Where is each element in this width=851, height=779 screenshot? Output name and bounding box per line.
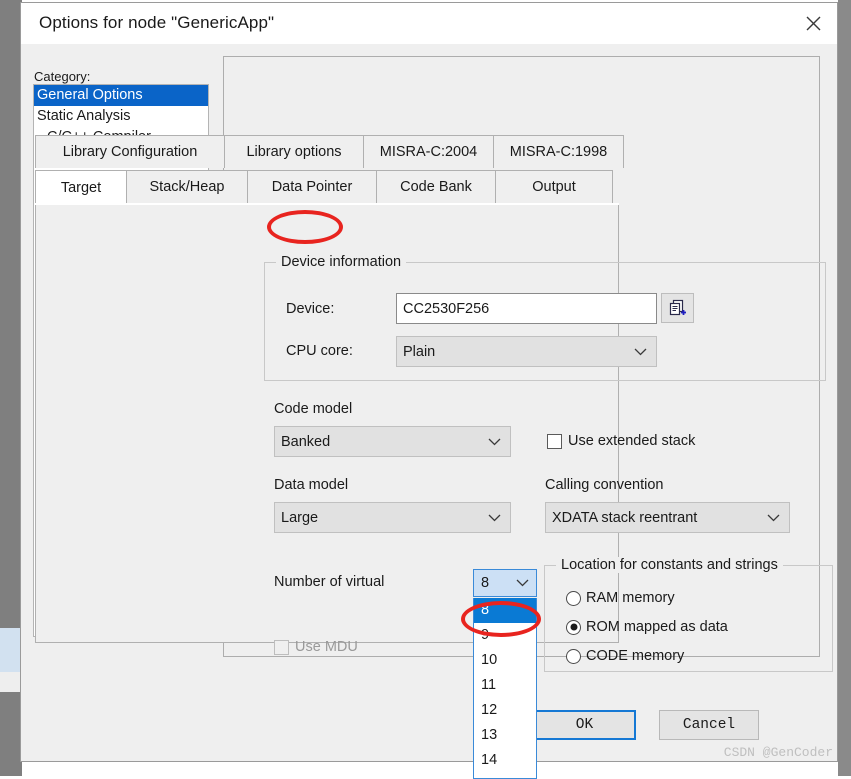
dropdown-option-10[interactable]: 10 xyxy=(474,648,536,673)
virtual-registers-dropdown-list[interactable]: 89101112131415 xyxy=(473,598,537,779)
device-input[interactable]: CC2530F256 xyxy=(396,293,657,324)
tab-target[interactable]: Target xyxy=(35,170,127,205)
dropdown-option-9[interactable]: 9 xyxy=(474,623,536,648)
use-extended-stack-checkbox[interactable]: Use extended stack xyxy=(547,433,695,449)
dialog-title: Options for node "GenericApp" xyxy=(39,13,275,32)
dropdown-option-13[interactable]: 13 xyxy=(474,723,536,748)
chevron-down-icon xyxy=(488,434,501,450)
tab-misra-c-1998[interactable]: MISRA-C:1998 xyxy=(493,135,624,168)
use-mdu-checkbox: Use MDU xyxy=(274,639,358,655)
virtual-registers-label: Number of virtual xyxy=(274,574,385,590)
checkbox-box xyxy=(547,433,562,449)
cpu-core-select[interactable]: Plain xyxy=(396,336,657,367)
tab-library-options[interactable]: Library options xyxy=(224,135,364,168)
dropdown-option-11[interactable]: 11 xyxy=(474,673,536,698)
backdrop-left-highlight xyxy=(0,628,22,672)
cpu-core-label: CPU core: xyxy=(286,343,353,359)
active-tab-underline xyxy=(35,203,619,205)
radio-label: CODE memory xyxy=(586,648,685,664)
code-model-label: Code model xyxy=(274,401,353,417)
code-model-select[interactable]: Banked xyxy=(274,426,511,457)
calling-convention-label: Calling convention xyxy=(545,477,664,493)
dropdown-option-14[interactable]: 14 xyxy=(474,748,536,773)
dropdown-option-15[interactable]: 15 xyxy=(474,773,536,778)
data-model-select[interactable]: Large xyxy=(274,502,511,533)
chevron-down-icon xyxy=(488,510,501,526)
tab-row-primary: Target Stack/Heap Data Pointer Code Bank Out… xyxy=(35,170,613,205)
chevron-down-icon xyxy=(516,575,529,591)
tab-library-configuration[interactable]: Library Configuration xyxy=(35,135,225,168)
virtual-registers-value: 8 xyxy=(481,575,490,591)
radio-rom-mapped-as-data[interactable]: ROM mapped as data xyxy=(566,619,728,635)
device-information-title: Device information xyxy=(276,254,407,270)
device-label: Device: xyxy=(286,301,335,317)
cpu-core-value: Plain xyxy=(403,343,436,360)
chevron-down-icon xyxy=(634,344,647,360)
watermark: CSDN @GenCoder xyxy=(723,745,833,760)
sidebar-item-general-options[interactable]: General Options xyxy=(34,85,208,106)
calling-convention-value: XDATA stack reentrant xyxy=(552,509,698,526)
dropdown-option-8[interactable]: 8 xyxy=(474,598,536,623)
calling-convention-select[interactable]: XDATA stack reentrant xyxy=(545,502,790,533)
category-label: Category: xyxy=(34,69,91,84)
checkbox-box xyxy=(274,639,289,655)
sidebar-item-static-analysis[interactable]: Static Analysis xyxy=(34,106,208,127)
virtual-registers-select[interactable]: 8 xyxy=(473,569,537,597)
options-dialog: Options for node "GenericApp" Category: … xyxy=(20,2,838,779)
close-icon[interactable] xyxy=(789,3,837,44)
tab-misra-c-2004[interactable]: MISRA-C:2004 xyxy=(363,135,494,168)
device-browse-icon[interactable] xyxy=(661,293,694,323)
radio-label: ROM mapped as data xyxy=(586,619,728,635)
tab-code-bank[interactable]: Code Bank xyxy=(376,170,496,203)
code-model-value: Banked xyxy=(281,433,331,450)
use-mdu-label: Use MDU xyxy=(295,639,358,655)
radio-circle xyxy=(566,648,581,664)
cancel-button[interactable]: Cancel xyxy=(659,710,759,740)
radio-code-memory[interactable]: CODE memory xyxy=(566,648,684,664)
radio-label: RAM memory xyxy=(586,590,675,606)
backdrop-left-grey xyxy=(0,672,22,692)
radio-circle xyxy=(566,619,581,635)
radio-ram-memory[interactable]: RAM memory xyxy=(566,590,675,606)
ok-button[interactable]: OK xyxy=(533,710,636,740)
radio-circle xyxy=(566,590,581,606)
location-constants-title: Location for constants and strings xyxy=(556,557,783,573)
backdrop-right-strip xyxy=(838,0,851,776)
tab-data-pointer[interactable]: Data Pointer xyxy=(247,170,377,203)
tab-output[interactable]: Output xyxy=(495,170,613,203)
data-model-label: Data model xyxy=(274,477,349,493)
chevron-down-icon xyxy=(767,510,780,526)
tab-row-secondary: Library Configuration Library options MISR… xyxy=(35,135,624,168)
tab-stack-heap[interactable]: Stack/Heap xyxy=(126,170,248,203)
data-model-value: Large xyxy=(281,509,319,526)
dropdown-option-12[interactable]: 12 xyxy=(474,698,536,723)
dialog-titlebar: Options for node "GenericApp" xyxy=(21,3,837,44)
use-extended-stack-label: Use extended stack xyxy=(568,433,696,449)
